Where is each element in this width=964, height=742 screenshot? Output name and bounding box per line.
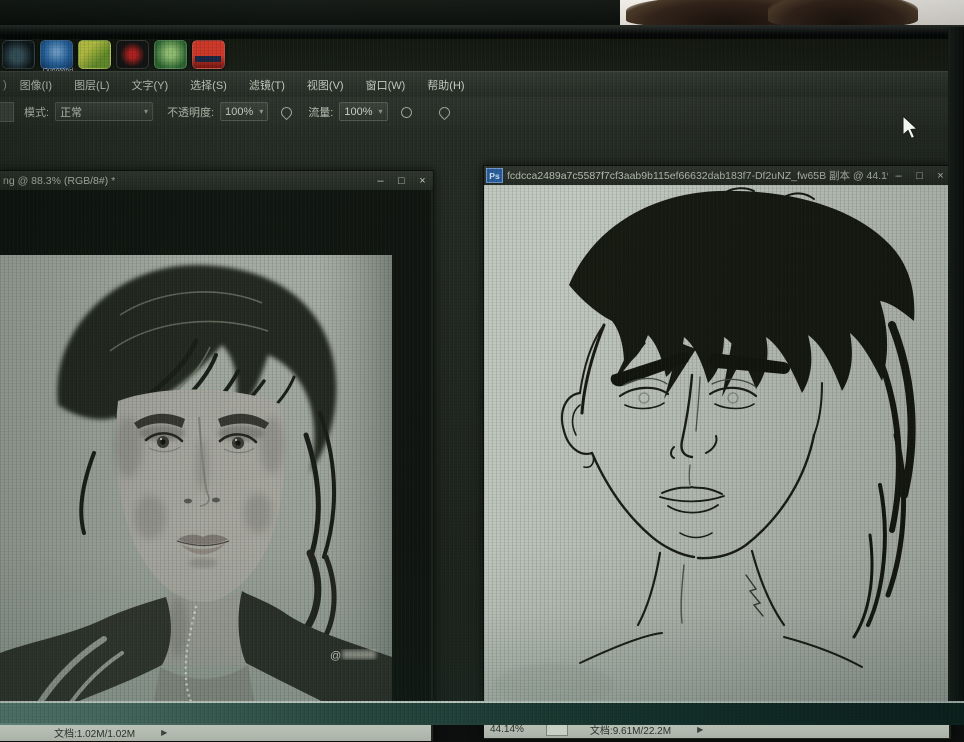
sketch-canvas[interactable] [484,185,949,720]
tool-options-bar: 模式: 正常 ▾ 不透明度: 100% ▾ 流量: 100% ▾ [0,97,950,127]
ps-file-icon: Ps [486,168,503,183]
workspace-background: ng @ 88.3% (RGB/8#) * – □ × @ 文档:1.02M/1… [0,126,952,742]
photographed-monitor: { "chrome": { "minimize": "–", "maximize… [0,0,964,742]
red-banner-stripe [195,56,221,62]
portrait-title-bar[interactable]: ng @ 88.3% (RGB/8#) * – □ × [0,171,433,191]
person-hair-silhouette [768,0,918,26]
chevron-down-icon: ▾ [144,107,149,116]
portrait-artwork: @ [0,255,392,726]
status-options-arrow[interactable]: ▶ [697,725,703,734]
wall-background [618,0,964,27]
document-window-sketch: Ps fcdcca2489a7c5587f7cf3aab9b115ef66632… [483,165,952,740]
portrait-canvas[interactable]: @ [0,255,392,726]
desktop-icon-row: DuniWind [2,40,252,75]
opacity-label: 不透明度: [167,106,215,119]
blend-mode-dropdown[interactable]: 正常 ▾ [55,102,154,121]
window-controls: – □ × [888,170,951,182]
menu-item-view[interactable]: 视图(V) [296,72,355,98]
mouse-cursor [902,115,919,140]
pressure-size-icon[interactable] [436,104,452,120]
flow-dropdown[interactable]: 100% ▾ [339,102,388,121]
maximize-button[interactable]: □ [909,170,930,182]
menu-item-partial[interactable]: ) [0,72,9,98]
desktop-icon-yellow-green[interactable] [78,40,111,69]
desktop-icon-blue[interactable]: DuniWind [40,40,73,75]
desktop-icon-red-banner[interactable] [192,40,225,69]
menu-bar: ) 图像(I) 图层(L) 文字(Y) 选择(S) 滤镜(T) 视图(V) 窗口… [0,71,950,99]
mode-label: 模式: [24,106,50,119]
desktop-icon-winged-red[interactable] [116,40,149,69]
minimize-button[interactable]: – [370,175,391,187]
zoom-readout: 44.14% [490,724,524,735]
opacity-value: 100% [225,105,254,118]
monitor-bezel-bottom [0,701,964,725]
monitor-bezel-right [948,27,964,723]
opacity-dropdown[interactable]: 100% ▾ [220,102,269,121]
menu-item-image[interactable]: 图像(I) [9,72,63,98]
pressure-opacity-icon[interactable] [278,104,295,120]
sketch-title-bar[interactable]: Ps fcdcca2489a7c5587f7cf3aab9b115ef66632… [484,166,951,186]
document-size-readout: 文档:1.02M/1.02M [54,729,136,740]
desktop-icon-green-globe[interactable] [154,40,187,69]
monitor-bezel-top-left [0,0,620,27]
maximize-button[interactable]: □ [391,175,412,187]
monitor-screen: DuniWind ) 图像(I) 图层(L) 文字(Y) 选择(S) 滤镜(T)… [0,39,952,742]
airbrush-icon[interactable] [398,104,414,120]
menu-item-help[interactable]: 帮助(H) [416,72,475,98]
portrait-status-bar: 文档:1.02M/1.02M ▶ [0,723,431,741]
sketch-artwork [484,185,949,720]
flow-value: 100% [344,105,373,118]
minimize-button[interactable]: – [888,170,909,182]
blend-mode-value: 正常 [60,106,83,119]
menu-item-select[interactable]: 选择(S) [179,72,238,98]
status-options-arrow[interactable]: ▶ [161,728,167,737]
portrait-title: ng @ 88.3% (RGB/8#) * [3,174,116,187]
window-controls: – □ × [370,175,433,187]
close-button[interactable]: × [412,175,433,187]
monitor-bezel-top [0,25,964,39]
menu-item-layer[interactable]: 图层(L) [63,72,120,98]
flow-label: 流量: [308,106,334,119]
chevron-down-icon: ▾ [378,107,383,116]
chevron-down-icon: ▾ [259,107,264,116]
menu-item-window[interactable]: 窗口(W) [355,72,417,98]
menu-item-type[interactable]: 文字(Y) [121,72,180,98]
desktop-icon-dark-disc[interactable] [2,40,35,69]
sketch-title: fcdcca2489a7c5587f7cf3aab9b115ef66632dab… [507,170,888,182]
menu-item-filter[interactable]: 滤镜(T) [238,72,296,98]
brush-preset-chip[interactable] [0,101,14,122]
document-window-portrait: ng @ 88.3% (RGB/8#) * – □ × @ 文档:1.02M/1… [0,170,434,742]
